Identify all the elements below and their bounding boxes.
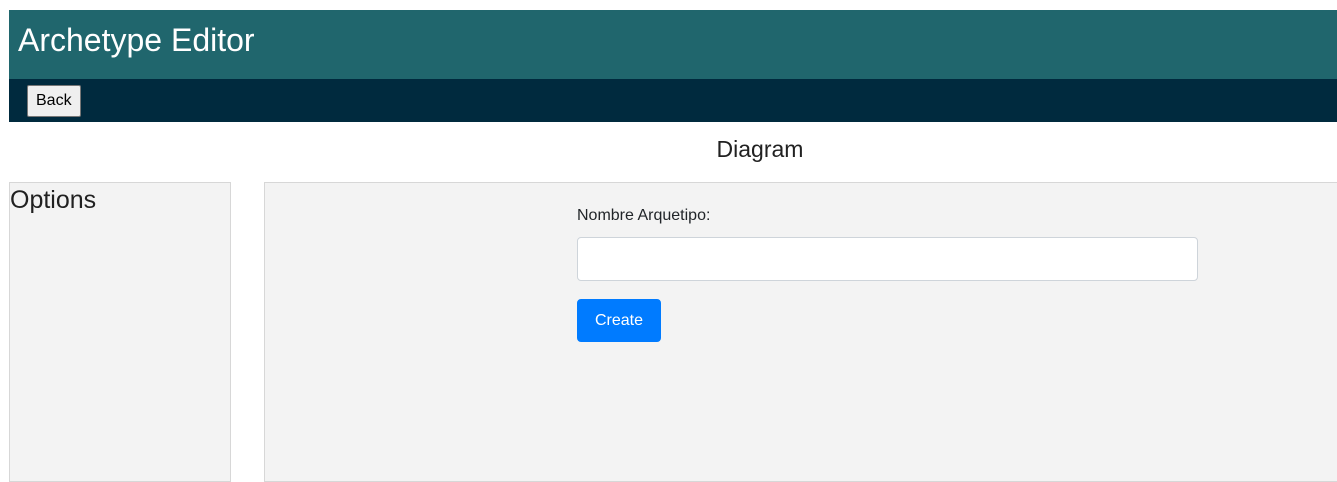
create-button[interactable]: Create xyxy=(577,299,661,342)
archetype-name-label: Nombre Arquetipo: xyxy=(577,207,711,224)
diagram-panel: Nombre Arquetipo: Create xyxy=(264,182,1337,482)
back-button[interactable]: Back xyxy=(27,85,81,117)
options-title: Options xyxy=(10,186,97,214)
options-panel: Options xyxy=(9,182,231,482)
archetype-name-input[interactable] xyxy=(577,237,1198,281)
app-title: Archetype Editor xyxy=(18,22,255,58)
app-header: Archetype Editor xyxy=(9,10,1337,79)
toolbar: Back xyxy=(9,79,1337,122)
diagram-heading: Diagram xyxy=(716,136,804,162)
